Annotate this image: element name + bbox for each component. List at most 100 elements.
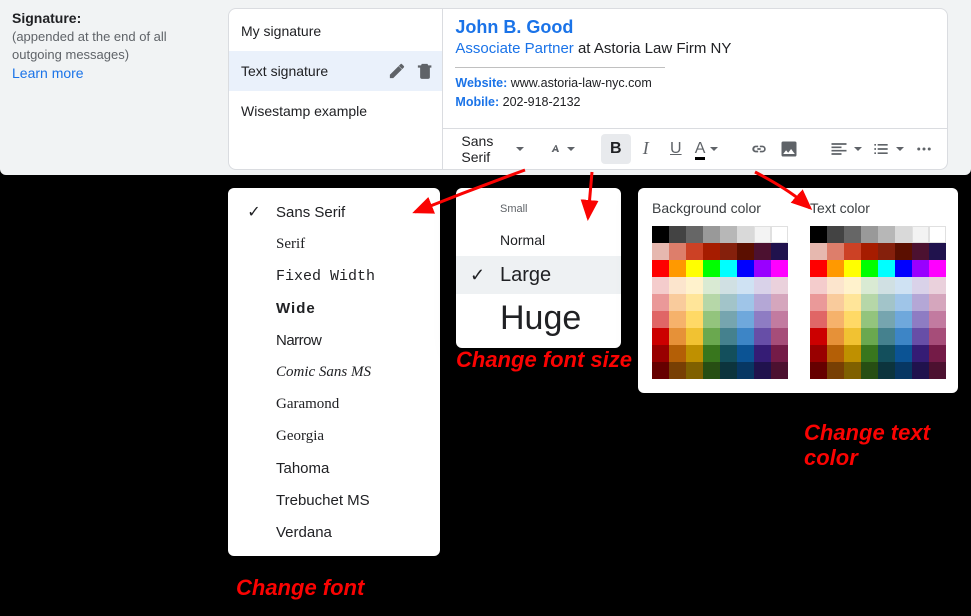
color-swatch[interactable]	[844, 311, 861, 328]
color-swatch[interactable]	[686, 226, 703, 243]
color-swatch[interactable]	[703, 294, 720, 311]
color-swatch[interactable]	[754, 243, 771, 260]
color-swatch[interactable]	[686, 362, 703, 379]
color-swatch[interactable]	[929, 243, 946, 260]
color-swatch[interactable]	[844, 362, 861, 379]
color-swatch[interactable]	[912, 260, 929, 277]
color-swatch[interactable]	[912, 345, 929, 362]
color-swatch[interactable]	[929, 260, 946, 277]
color-swatch[interactable]	[878, 243, 895, 260]
color-swatch[interactable]	[771, 328, 788, 345]
color-swatch[interactable]	[929, 311, 946, 328]
color-swatch[interactable]	[737, 345, 754, 362]
color-swatch[interactable]	[895, 260, 912, 277]
color-swatch[interactable]	[827, 260, 844, 277]
color-swatch[interactable]	[669, 243, 686, 260]
color-swatch[interactable]	[861, 294, 878, 311]
color-swatch[interactable]	[669, 362, 686, 379]
font-option[interactable]: Narrow	[228, 324, 440, 356]
color-swatch[interactable]	[810, 345, 827, 362]
font-size-button[interactable]	[546, 134, 580, 164]
color-swatch[interactable]	[861, 345, 878, 362]
color-swatch[interactable]	[929, 362, 946, 379]
learn-more-link[interactable]: Learn more	[12, 65, 217, 81]
color-swatch[interactable]	[878, 277, 895, 294]
color-swatch[interactable]	[720, 362, 737, 379]
color-swatch[interactable]	[754, 226, 771, 243]
color-swatch[interactable]	[912, 243, 929, 260]
color-swatch[interactable]	[703, 328, 720, 345]
color-swatch[interactable]	[720, 243, 737, 260]
font-option[interactable]: Tahoma	[228, 452, 440, 484]
font-option[interactable]: ✓Sans Serif	[228, 196, 440, 228]
color-swatch[interactable]	[686, 277, 703, 294]
color-swatch[interactable]	[720, 260, 737, 277]
color-swatch[interactable]	[771, 243, 788, 260]
color-swatch[interactable]	[737, 362, 754, 379]
size-option[interactable]: ✓Large	[456, 256, 621, 294]
color-swatch[interactable]	[895, 328, 912, 345]
color-swatch[interactable]	[720, 311, 737, 328]
color-swatch[interactable]	[754, 328, 771, 345]
color-swatch[interactable]	[686, 328, 703, 345]
color-swatch[interactable]	[669, 311, 686, 328]
color-swatch[interactable]	[878, 362, 895, 379]
color-swatch[interactable]	[861, 277, 878, 294]
color-swatch[interactable]	[929, 345, 946, 362]
font-option[interactable]: Wide	[228, 292, 440, 324]
color-swatch[interactable]	[737, 243, 754, 260]
signature-list-item[interactable]: Text signature	[229, 51, 442, 91]
color-swatch[interactable]	[669, 260, 686, 277]
color-swatch[interactable]	[703, 311, 720, 328]
color-swatch[interactable]	[703, 243, 720, 260]
color-swatch[interactable]	[929, 277, 946, 294]
color-swatch[interactable]	[827, 294, 844, 311]
color-swatch[interactable]	[861, 226, 878, 243]
font-option[interactable]: Georgia	[228, 420, 440, 452]
color-swatch[interactable]	[827, 362, 844, 379]
font-option[interactable]: Verdana	[228, 516, 440, 548]
color-swatch[interactable]	[844, 260, 861, 277]
color-swatch[interactable]	[771, 311, 788, 328]
color-swatch[interactable]	[720, 294, 737, 311]
color-swatch[interactable]	[895, 345, 912, 362]
color-swatch[interactable]	[810, 260, 827, 277]
color-swatch[interactable]	[861, 260, 878, 277]
color-swatch[interactable]	[754, 362, 771, 379]
color-swatch[interactable]	[720, 226, 737, 243]
color-swatch[interactable]	[737, 311, 754, 328]
color-swatch[interactable]	[810, 294, 827, 311]
color-swatch[interactable]	[895, 362, 912, 379]
insert-link-button[interactable]	[744, 134, 774, 164]
color-swatch[interactable]	[771, 277, 788, 294]
color-swatch[interactable]	[861, 311, 878, 328]
color-swatch[interactable]	[754, 260, 771, 277]
color-swatch[interactable]	[771, 294, 788, 311]
color-swatch[interactable]	[720, 277, 737, 294]
color-swatch[interactable]	[686, 311, 703, 328]
color-swatch[interactable]	[912, 362, 929, 379]
color-swatch[interactable]	[878, 311, 895, 328]
color-swatch[interactable]	[652, 311, 669, 328]
color-swatch[interactable]	[686, 294, 703, 311]
color-swatch[interactable]	[652, 328, 669, 345]
color-swatch[interactable]	[652, 277, 669, 294]
size-option[interactable]: Huge	[456, 294, 621, 342]
font-option[interactable]: Comic Sans MS	[228, 356, 440, 388]
color-swatch[interactable]	[771, 226, 788, 243]
color-swatch[interactable]	[844, 345, 861, 362]
color-swatch[interactable]	[878, 328, 895, 345]
color-swatch[interactable]	[703, 362, 720, 379]
color-swatch[interactable]	[861, 328, 878, 345]
color-swatch[interactable]	[912, 294, 929, 311]
color-swatch[interactable]	[703, 226, 720, 243]
font-option[interactable]: Serif	[228, 228, 440, 260]
color-swatch[interactable]	[827, 277, 844, 294]
color-swatch[interactable]	[844, 243, 861, 260]
color-swatch[interactable]	[669, 277, 686, 294]
color-swatch[interactable]	[737, 260, 754, 277]
color-swatch[interactable]	[878, 345, 895, 362]
color-swatch[interactable]	[737, 226, 754, 243]
color-swatch[interactable]	[652, 362, 669, 379]
color-swatch[interactable]	[652, 226, 669, 243]
